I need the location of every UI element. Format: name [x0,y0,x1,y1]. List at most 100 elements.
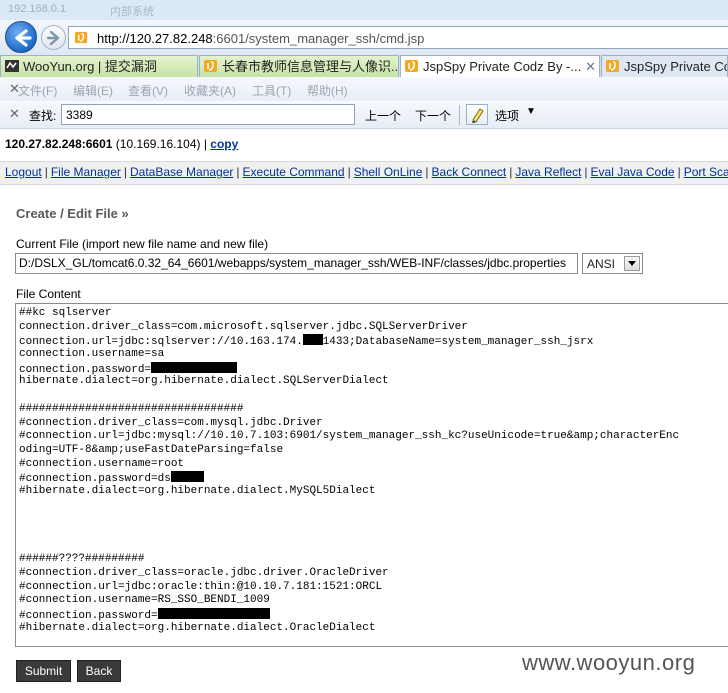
jsp-icon [606,60,619,72]
file-line: #connection.url=jdbc:mysql://10.10.7.103… [19,430,680,443]
command-link-java-reflect[interactable]: Java Reflect [515,165,581,179]
command-links: Logout | File Manager | DataBase Manager | Exe… [5,165,728,179]
back-button[interactable] [5,21,37,53]
tab-teacher-system[interactable]: 长春市教师信息管理与人像识... [199,55,399,77]
file-line: #connection.driver_class=oracle.jdbc.dri… [19,567,389,580]
link-separator: | [584,165,588,179]
link-separator: | [425,165,429,179]
highlight-button[interactable] [466,104,488,125]
file-line [19,526,679,540]
file-line: hibernate.dialect=org.hibernate.dialect.… [19,375,389,388]
link-separator: | [509,165,513,179]
host-info: 120.27.82.248:6601 (10.169.16.104) | cop… [5,137,238,151]
command-link-execute-command[interactable]: Execute Command [243,165,345,179]
file-line: connection.username=sa [19,348,165,361]
wooyun-icon [5,60,19,72]
file-line: #connection.password=ds [19,471,679,485]
command-link-eval-java-code[interactable]: Eval Java Code [591,165,675,179]
command-link-file-manager[interactable]: File Manager [51,165,121,179]
command-nav: Logout | File Manager | DataBase Manager | Exe… [0,161,728,185]
tab-jspspy[interactable]: JspSpy Private Codz [601,55,728,77]
highlighter-icon [472,108,484,123]
watermark: www.wooyun.org [522,650,696,675]
submit-button[interactable]: Submit [16,660,71,682]
file-line: connection.url=jdbc:sqlserver://10.163.1… [19,334,594,349]
host-internal-ip: (10.169.16.104) | [112,137,211,151]
chevron-down-icon [628,261,636,266]
page-content: 120.27.82.248:6601 (10.169.16.104) | cop… [0,129,728,693]
encoding-value: ANSI [587,257,616,271]
encoding-select[interactable]: ANSI [582,253,643,274]
menu-tools[interactable]: 工具(T) [252,82,291,99]
file-line: #hibernate.dialect=org.hibernate.dialect… [19,621,376,634]
menu-view[interactable]: 查看(V) [128,82,168,99]
current-file-input[interactable]: D:/DSLX_GL/tomcat6.0.32_64_6601/webapps/… [15,253,578,274]
file-line: #connection.password= [19,608,679,622]
host-address: 120.27.82.248:6601 [5,137,113,151]
tab-label: JspSpy Private Codz [624,59,727,74]
back-arrow-icon [15,29,32,47]
chevron-down-icon[interactable]: ▼ [526,106,536,117]
file-line: ######????######### [19,553,145,566]
find-label: 查找: [29,109,57,123]
forward-arrow-icon [46,30,60,46]
options-button[interactable]: 选项 [495,107,519,124]
find-previous-button[interactable]: 上一个 [365,107,401,124]
link-separator: | [347,165,351,179]
file-line: ################################## [19,402,244,415]
forward-button[interactable] [41,25,66,50]
file-line [19,540,679,554]
find-next-button[interactable]: 下一个 [415,107,451,124]
menu-bar: ✕ 文件(F) 编辑(E) 查看(V) 收藏夹(A) 工具(T) 帮助(H) [0,77,728,101]
find-close-icon[interactable]: ✕ [9,106,20,122]
tab-jspspy-active[interactable]: JspSpy Private Codz By -... ✕ [400,55,600,78]
menu-edit[interactable]: 编辑(E) [73,82,113,99]
tab-close-icon[interactable]: ✕ [585,56,596,77]
file-line: #connection.driver_class=com.mysql.jdbc.… [19,416,323,429]
divider [459,105,460,125]
command-link-port-scan[interactable]: Port Scan [684,165,728,179]
window-title-strip: 192.168.0.1 内部系统 [0,0,728,20]
file-line: connection.driver_class=com.microsoft.sq… [19,320,468,333]
link-separator: | [677,165,681,179]
file-line: #connection.url=jdbc:oracle:thin:@10.10.… [19,580,383,593]
copy-link[interactable]: copy [210,137,238,151]
redaction-block [157,608,270,620]
command-link-logout[interactable]: Logout [5,165,42,179]
navigation-bar: http://120.27.82.248:6601/system_manager… [0,20,728,56]
tab-wooyun[interactable]: WooYun.org | 提交漏洞 [0,55,198,77]
menu-favorites[interactable]: 收藏夹(A) [184,82,236,99]
find-input[interactable] [61,104,355,125]
jsp-icon [204,60,217,72]
link-separator: | [44,165,48,179]
current-file-label: Current File (import new file name and n… [16,237,269,251]
menu-file[interactable]: 文件(F) [18,82,57,99]
jsp-favicon-icon [74,31,88,44]
command-link-database-manager[interactable]: DataBase Manager [130,165,233,179]
file-line: oding=UTF-8&amp;useFastDateParsing=false [19,443,284,456]
jsp-icon [405,60,418,72]
title-ghost-text-2: 内部系统 [110,6,154,18]
command-link-back-connect[interactable]: Back Connect [432,165,507,179]
menu-help[interactable]: 帮助(H) [307,82,348,99]
address-url: http://120.27.82.248:6601/system_manager… [97,31,425,46]
tab-strip: WooYun.org | 提交漏洞 长春市教师信息管理与人像识... JspSp… [0,55,728,78]
file-line: connection.password= [19,361,679,376]
address-bar[interactable]: http://120.27.82.248:6601/system_manager… [68,26,728,49]
page-title: Create / Edit File » [16,206,129,221]
file-content-label: File Content [16,287,81,301]
command-link-shell-online[interactable]: Shell OnLine [354,165,423,179]
dropdown-button[interactable] [624,256,640,271]
file-line [19,512,679,526]
file-content-lines: ##kc sqlserver connection.driver_class=co… [19,307,679,636]
file-line [19,389,679,403]
tab-label: 长春市教师信息管理与人像识... [222,59,399,74]
tab-label: JspSpy Private Codz By -... [423,59,582,74]
back-form-button[interactable]: Back [77,660,121,682]
redaction-block [170,471,204,483]
file-line: ##kc sqlserver [19,307,112,319]
redaction-block [302,334,323,346]
tab-label: WooYun.org | 提交漏洞 [23,59,157,74]
file-line: #connection.username=RS_SSO_BENDI_1009 [19,594,270,607]
file-content-textarea[interactable]: ##kc sqlserver connection.driver_class=co… [15,303,728,647]
